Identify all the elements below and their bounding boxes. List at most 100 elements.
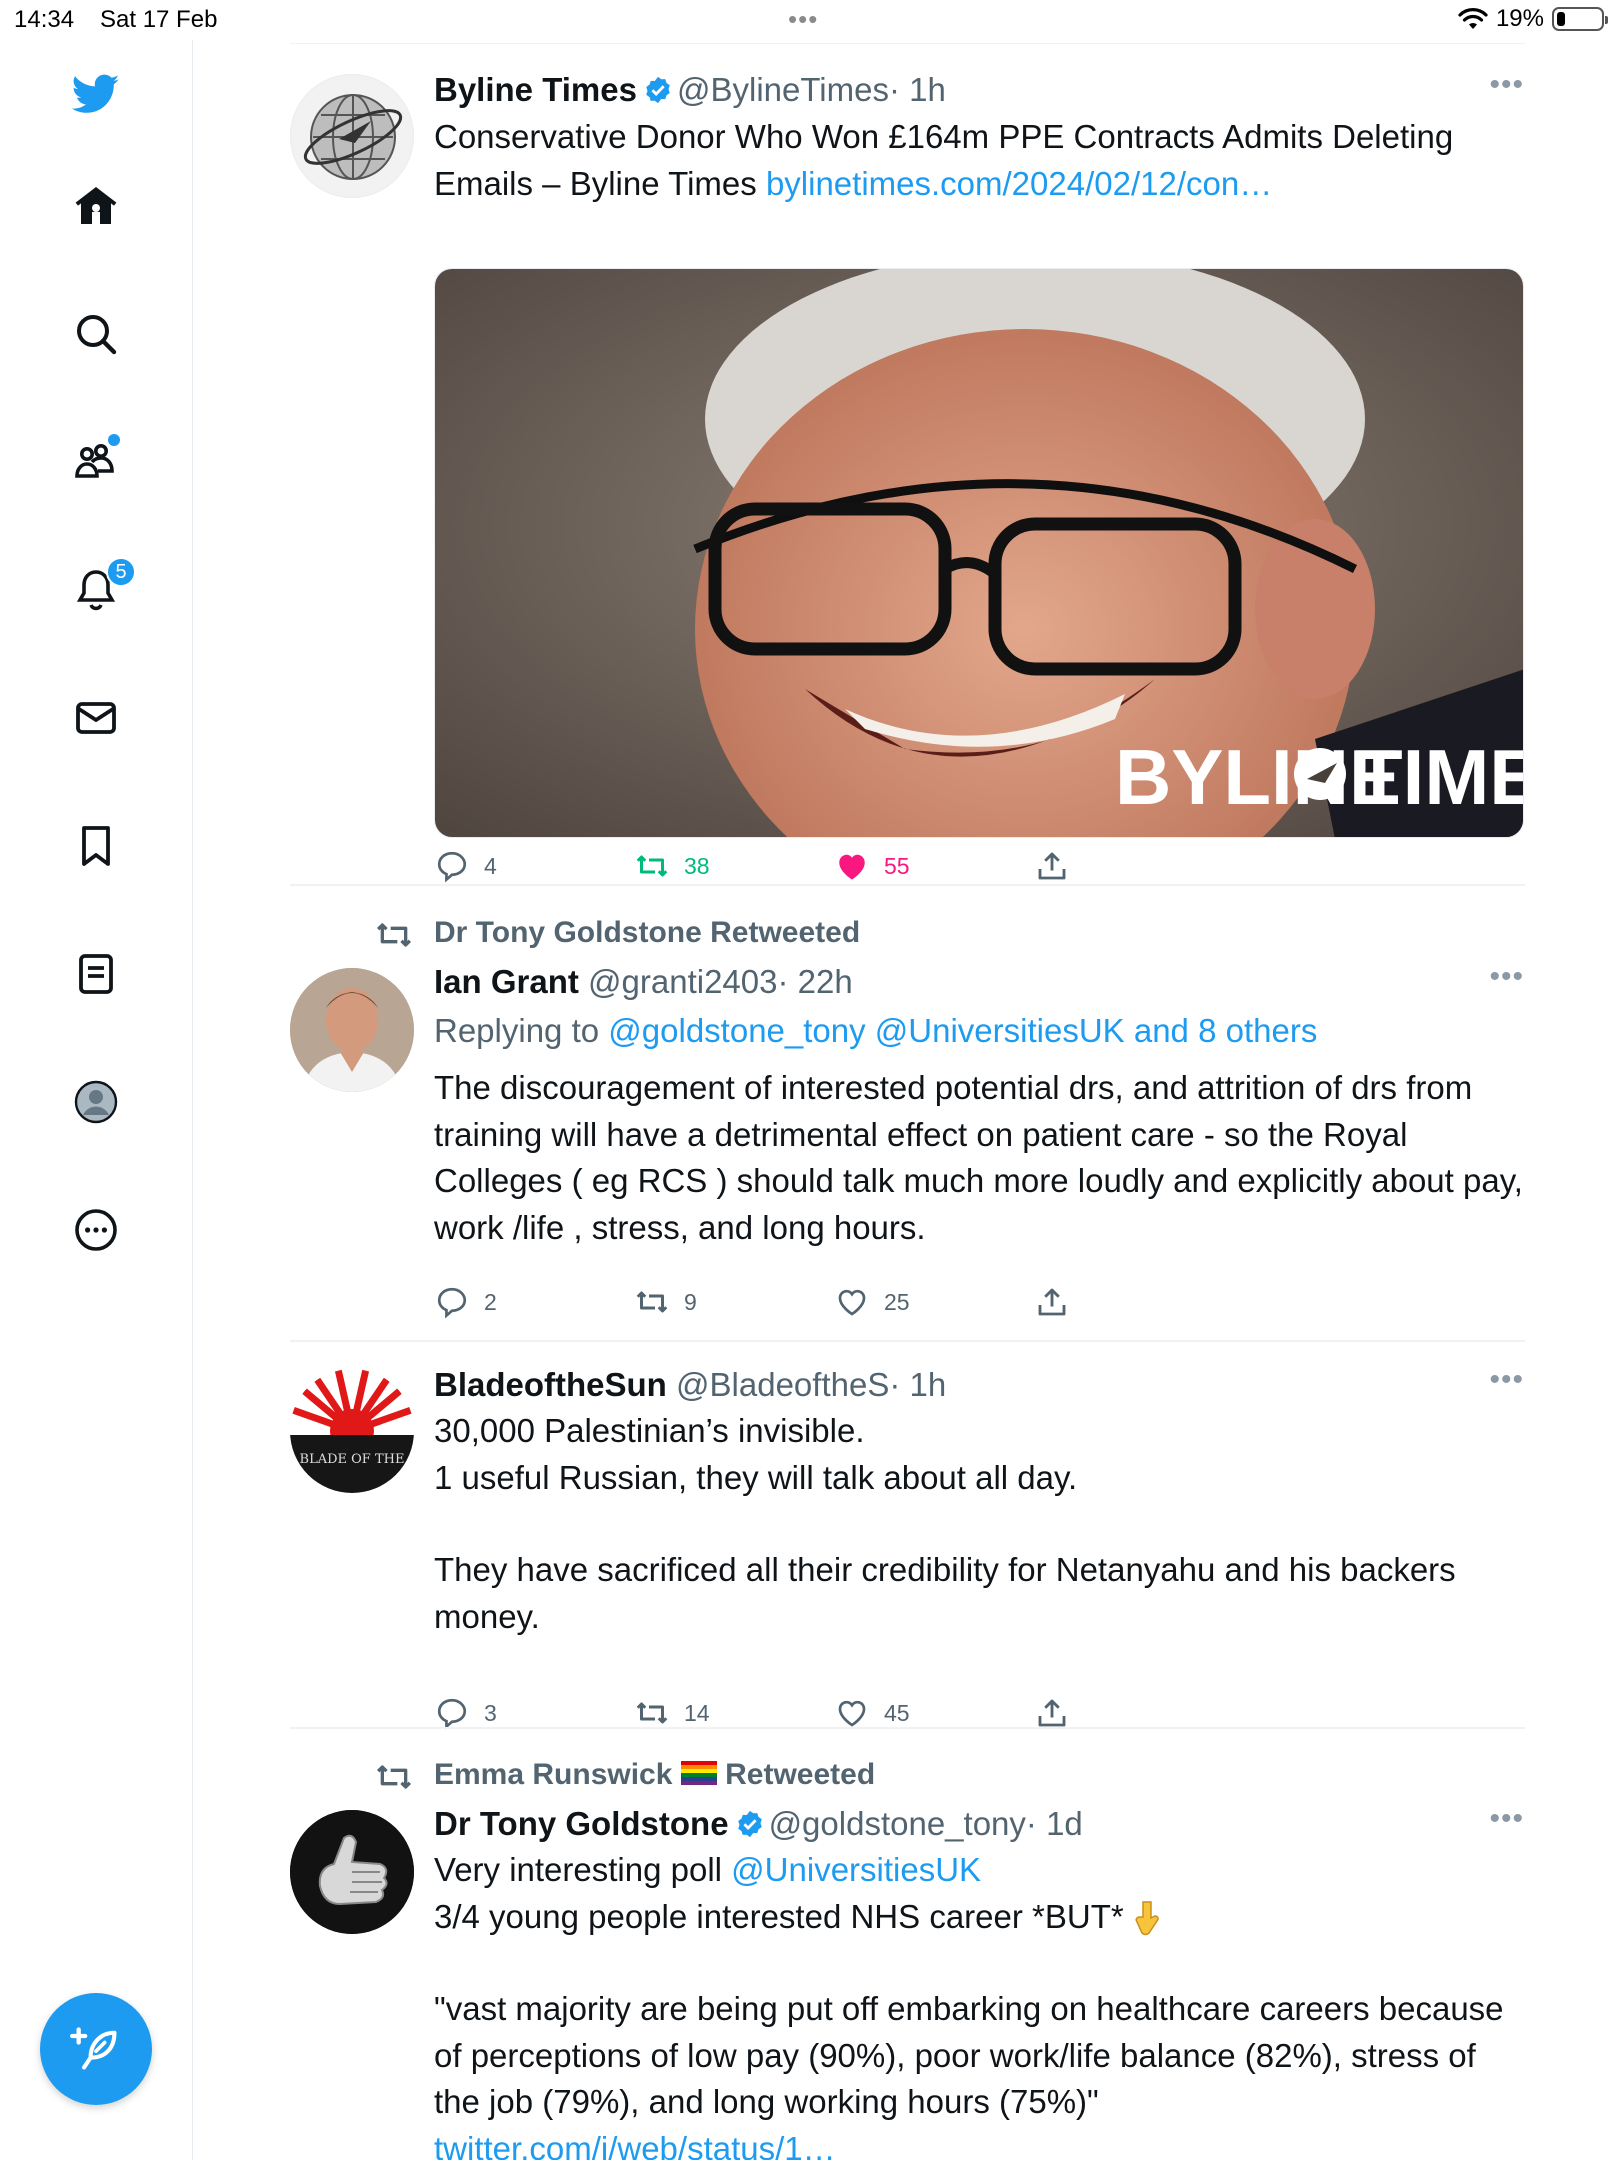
multitasking-dots[interactable]: ••• (788, 4, 818, 35)
retweet-count: 14 (684, 1699, 710, 1726)
tweet-link[interactable]: bylinetimes.com/2024/02/12/con… (766, 165, 1272, 202)
tweet-handle[interactable]: @granti2403 (588, 963, 777, 1000)
reply-icon (437, 1287, 467, 1319)
communities-dot (108, 434, 120, 446)
search-icon[interactable] (64, 302, 128, 366)
lists-icon[interactable] (64, 942, 128, 1006)
notifications-icon[interactable]: 5 (64, 557, 136, 622)
home-icon[interactable] (64, 174, 128, 238)
tweet-text: Very interesting poll @UniversitiesUK 3/… (434, 1847, 1524, 2160)
timeline-top-border (290, 43, 1525, 44)
tweet-text-line: 3/4 young people interested NHS career *… (434, 1897, 1124, 1935)
avatar-iangrant[interactable] (290, 968, 414, 1092)
retweeted-by-name[interactable]: Emma Runswick (434, 1758, 672, 1791)
tweet-header: BladeoftheSun @BladeoftheS· 1h (434, 1365, 1524, 1405)
media-watermark-2: TIMES (1355, 733, 1524, 821)
tweet-text-line: 1 useful Russian, they will talk about a… (434, 1458, 1078, 1496)
share-icon (1038, 1288, 1066, 1316)
retweet-button[interactable]: 9 (634, 1284, 697, 1320)
tweet-divider (290, 884, 1525, 886)
tweet-more-button[interactable]: ••• (1489, 68, 1524, 102)
like-button[interactable]: 25 (834, 1284, 910, 1320)
verified-badge-icon (737, 1810, 762, 1838)
tweet-text: 30,000 Palestinian’s invisible. 1 useful… (434, 1408, 1524, 1640)
tweet-time[interactable]: · 22h (778, 963, 853, 1000)
tweet-divider (290, 1340, 1525, 1342)
tweet-handle[interactable]: @BylineTimes (677, 71, 889, 108)
tweet-quote-text: "vast majority are being put off embarki… (434, 1990, 1504, 2120)
tweet-handle[interactable]: @BladeoftheS (676, 1366, 889, 1403)
share-button[interactable] (1034, 1695, 1070, 1731)
tweet-more-button[interactable]: ••• (1489, 960, 1524, 994)
tweet-more-button[interactable]: ••• (1489, 1802, 1524, 1836)
profile-avatar-icon[interactable] (64, 1070, 128, 1134)
retweet-icon (636, 855, 668, 877)
heart-icon (838, 1700, 866, 1727)
like-button[interactable]: 55 (834, 848, 910, 884)
share-icon (1038, 852, 1066, 880)
retweet-button[interactable]: 14 (634, 1695, 710, 1731)
reply-count: 2 (484, 1288, 497, 1315)
retweeted-by-label[interactable]: Dr Tony Goldstone Retweeted (434, 916, 860, 950)
retweet-button[interactable]: 38 (634, 848, 710, 884)
tweet-text-line: They have sacrificed all their credibili… (434, 1551, 1456, 1635)
tweet-text-start: Very interesting poll (434, 1851, 722, 1888)
retweet-count: 9 (684, 1288, 697, 1315)
tweet-time[interactable]: · 1h (889, 71, 946, 108)
like-button[interactable]: 45 (834, 1695, 910, 1731)
tweet-header: Dr Tony Goldstone @goldstone_tony· 1d (434, 1804, 1524, 1844)
like-count: 25 (884, 1288, 910, 1315)
share-button[interactable] (1034, 1284, 1070, 1320)
tweet-time[interactable]: · 1h (889, 1366, 946, 1403)
reply-icon (437, 1698, 467, 1730)
like-count: 55 (884, 852, 910, 879)
reply-count: 3 (484, 1699, 497, 1726)
messages-icon[interactable] (64, 686, 128, 750)
display-name[interactable]: Byline Times (434, 71, 637, 108)
tweet-link[interactable]: twitter.com/i/web/status/1… (434, 2126, 1524, 2160)
retweeted-icon (376, 1765, 412, 1789)
avatar-bylinetimes[interactable] (290, 74, 414, 198)
tweet-handle[interactable]: @goldstone_tony (769, 1805, 1026, 1842)
sidebar: 5 (0, 40, 193, 2160)
tweet-actions: 3 14 45 (434, 1695, 1134, 1735)
replying-to-label: Replying to (434, 1012, 600, 1049)
avatar-goldstone[interactable] (290, 1810, 414, 1934)
avatar-bladeofthesun[interactable]: BLADE OF THE (290, 1369, 414, 1493)
status-time: 14:34 (14, 6, 75, 33)
bookmarks-icon[interactable] (64, 814, 128, 878)
retweeted-by-label[interactable]: Emma Runswick Retweeted (434, 1758, 875, 1792)
more-options-icon[interactable] (64, 1198, 128, 1262)
tweet-text: Conservative Donor Who Won £164m PPE Con… (434, 114, 1524, 207)
reply-count: 4 (484, 852, 497, 879)
retweet-icon (636, 1291, 668, 1313)
rainbow-flag-icon (680, 1761, 717, 1785)
twitter-logo-icon[interactable] (64, 62, 128, 126)
display-name[interactable]: Dr Tony Goldstone (434, 1805, 729, 1842)
replying-to: Replying to @goldstone_tony @Universitie… (434, 1008, 1524, 1054)
retweeted-label: Retweeted (725, 1758, 876, 1791)
compose-tweet-button[interactable] (40, 1993, 152, 2105)
communities-icon[interactable] (64, 430, 128, 494)
reply-button[interactable]: 4 (434, 848, 497, 884)
display-name[interactable]: BladeoftheSun (434, 1366, 667, 1403)
like-count: 45 (884, 1699, 910, 1726)
heart-filled-icon (839, 854, 865, 880)
retweet-icon (636, 1702, 668, 1724)
reply-button[interactable]: 3 (434, 1695, 497, 1731)
tweet-media-image[interactable]: BYLINE TIMES (434, 268, 1524, 838)
tweet-text-line: 30,000 Palestinian’s invisible. (434, 1412, 865, 1449)
replying-to-users[interactable]: @goldstone_tony @UniversitiesUK and 8 ot… (608, 1012, 1317, 1049)
media-photo: BYLINE TIMES (435, 269, 1524, 837)
tweet-more-button[interactable]: ••• (1489, 1363, 1524, 1397)
wifi-icon (1458, 8, 1488, 29)
display-name[interactable]: Ian Grant (434, 963, 579, 1000)
notifications-badge: 5 (106, 557, 136, 587)
share-button[interactable] (1034, 848, 1070, 884)
tweet-time[interactable]: · 1d (1026, 1805, 1083, 1842)
share-icon (1038, 1699, 1066, 1727)
retweeted-icon (376, 923, 412, 947)
tweet-mention[interactable]: @UniversitiesUK (731, 1851, 981, 1888)
verified-badge-icon (646, 76, 670, 104)
reply-button[interactable]: 2 (434, 1284, 497, 1320)
